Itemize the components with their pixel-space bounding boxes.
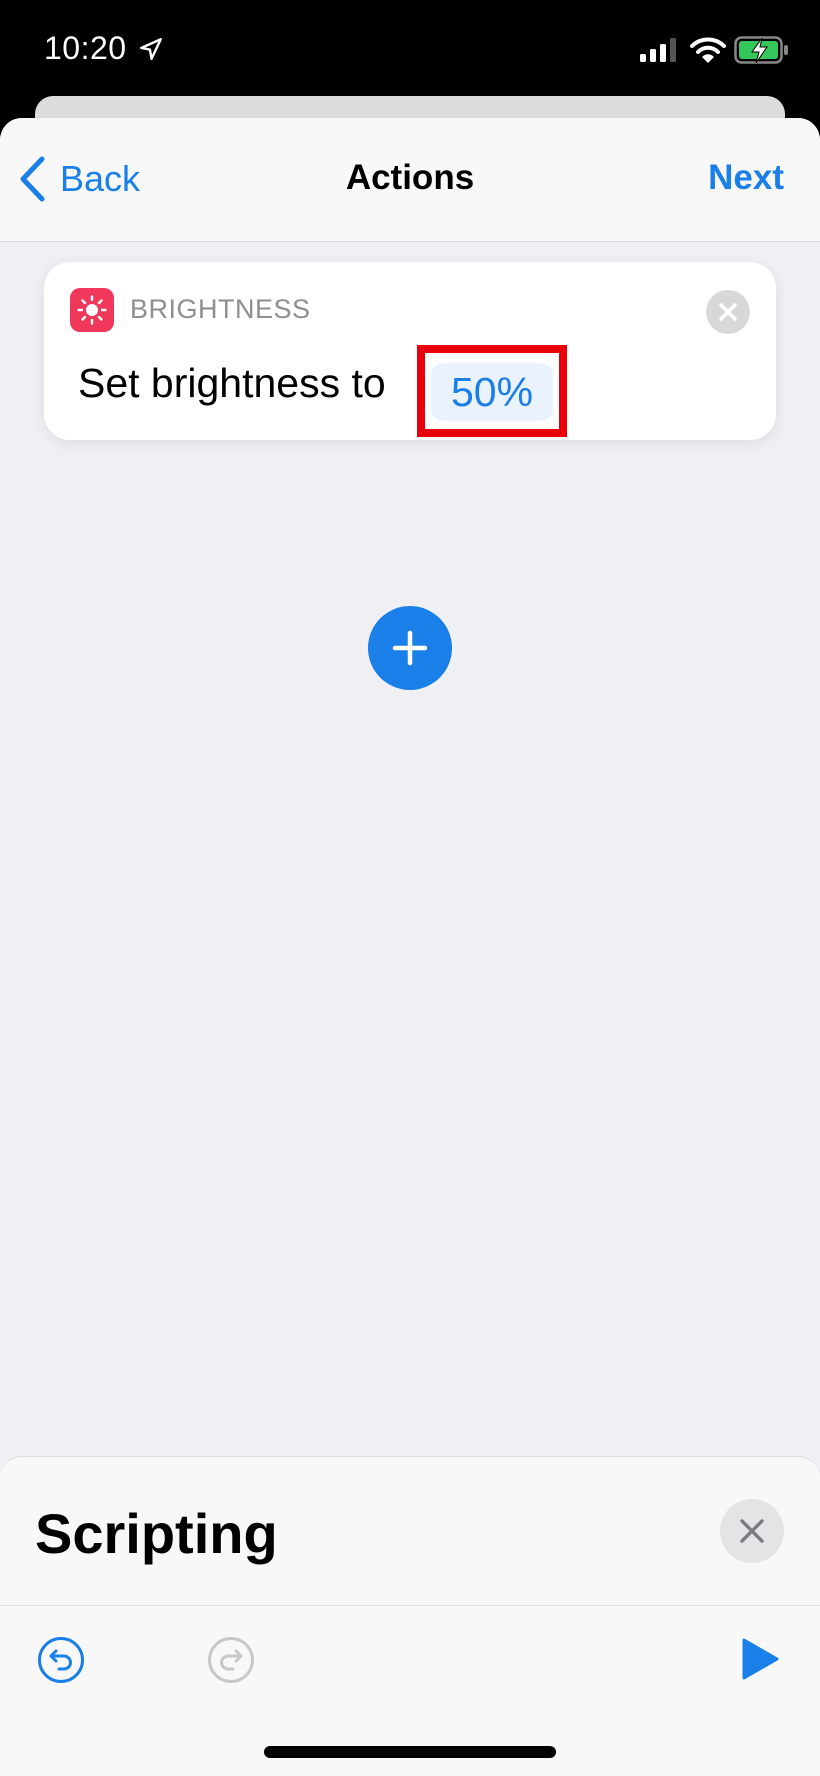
remove-action-button[interactable] xyxy=(706,290,750,334)
add-action-button[interactable] xyxy=(368,606,452,690)
status-time: 10:20 xyxy=(44,30,127,66)
next-button[interactable]: Next xyxy=(708,158,784,198)
brightness-app-icon xyxy=(70,288,114,332)
battery-charging-icon xyxy=(734,36,788,64)
plus-icon xyxy=(392,630,428,666)
close-icon xyxy=(719,303,737,321)
undo-icon[interactable] xyxy=(37,1636,85,1684)
redo-icon[interactable] xyxy=(207,1636,255,1684)
location-arrow-icon xyxy=(140,38,162,60)
play-icon[interactable] xyxy=(740,1637,780,1681)
sun-brightness-icon xyxy=(77,295,107,325)
home-indicator xyxy=(264,1746,556,1758)
actions-canvas: BRIGHTNESS Set brightness to 50% xyxy=(0,242,820,1456)
cellular-signal-icon xyxy=(640,38,676,62)
wifi-icon xyxy=(690,37,726,63)
close-icon xyxy=(740,1519,764,1543)
action-sentence: Set brightness to xyxy=(78,360,386,407)
status-bar: 10:20 xyxy=(0,0,820,96)
highlight-annotation-box xyxy=(417,345,567,437)
back-button[interactable]: Back xyxy=(18,156,140,202)
action-category-label: BRIGHTNESS xyxy=(130,294,311,324)
action-card-set-brightness[interactable]: BRIGHTNESS Set brightness to 50% xyxy=(44,262,776,440)
close-sheet-button[interactable] xyxy=(720,1499,784,1563)
sheet-title: Scripting xyxy=(35,1502,278,1565)
back-label: Back xyxy=(60,158,141,199)
scripting-sheet: Scripting xyxy=(0,1456,820,1776)
navigation-bar: Back Actions Next xyxy=(0,118,820,242)
chevron-left-icon xyxy=(20,156,45,202)
action-sentence-text: Set brightness to xyxy=(78,360,386,406)
